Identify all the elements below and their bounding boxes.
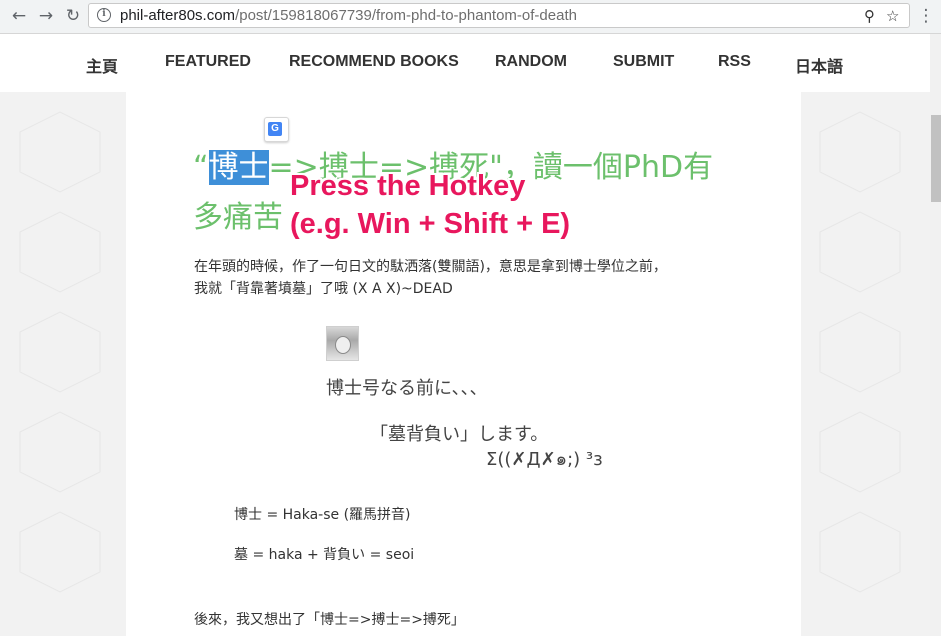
menu-icon[interactable]: ⋮ (916, 6, 936, 26)
image-text-line-1: 博士号なる前に、、、 (326, 378, 488, 399)
browser-toolbar: ← → ↻ i phil-after80s.com/post/159818067… (0, 0, 941, 34)
translate-icon[interactable]: G (264, 117, 289, 142)
avatar-face (335, 336, 351, 354)
back-icon[interactable]: ← (9, 6, 29, 26)
image-text-line-3: Σ((✗Д✗๑;) ³з (486, 449, 603, 470)
paragraph-1-line-2: 我就「背靠著墳墓」了哦 (X A X)~DEAD (194, 281, 453, 297)
nav-item-random[interactable]: RANDOM (495, 53, 567, 71)
scrollbar-thumb[interactable] (931, 115, 941, 202)
site-navigation: 主頁 FEATURED RECOMMEND BOOKS RANDOM SUBMI… (0, 34, 930, 92)
nav-item-home[interactable]: 主頁 (86, 53, 118, 77)
reload-icon[interactable]: ↻ (63, 6, 83, 26)
star-icon[interactable]: ☆ (886, 7, 899, 25)
paragraph-1-line-1: 在年頭的時候，作了一句日文的駄洒落(雙關語)，意思是拿到博士學位之前， (194, 259, 667, 275)
nav-item-submit[interactable]: SUBMIT (613, 53, 674, 71)
url-text[interactable]: phil-after80s.com/post/159818067739/from… (120, 7, 577, 24)
avatar (326, 326, 359, 361)
nav-item-japanese[interactable]: 日本語 (795, 53, 843, 77)
title-open-quote: “ (193, 150, 209, 185)
nav-item-rss[interactable]: RSS (718, 53, 751, 71)
post-title-line-2: 多痛苦 (193, 200, 283, 235)
hotkey-annotation-line-2: (e.g. Win + Shift + E) (290, 208, 571, 240)
address-bar[interactable]: i phil-after80s.com/post/159818067739/fr… (88, 3, 910, 28)
key-icon[interactable]: ⚲ (864, 7, 875, 25)
title-selected-text[interactable]: 博士 (208, 150, 269, 185)
paragraph-2: 後來，我又想出了「博士=>搏士=>搏死」 (194, 612, 465, 628)
hotkey-annotation-line-1: Press the Hotkey (290, 170, 526, 202)
nav-item-featured[interactable]: FEATURED (165, 53, 251, 71)
info-icon[interactable]: i (97, 8, 111, 22)
nav-item-recommend-books[interactable]: RECOMMEND BOOKS (289, 53, 459, 71)
embedded-tweet-image: 博士号なる前に、、、 「墓背負い」します。 Σ((✗Д✗๑;) ³з (322, 322, 622, 472)
google-translate-icon: G (268, 122, 282, 136)
definition-1: 博士 = Haka-se (羅馬拼音) (234, 507, 411, 523)
image-text-line-2: 「墓背負い」します。 (370, 424, 549, 445)
url-host: phil-after80s.com (120, 7, 236, 24)
definition-2: 墓 = haka + 背負い = seoi (234, 547, 415, 563)
url-path: /post/159818067739/from-phd-to-phantom-o… (235, 7, 577, 24)
forward-icon[interactable]: → (36, 6, 56, 26)
